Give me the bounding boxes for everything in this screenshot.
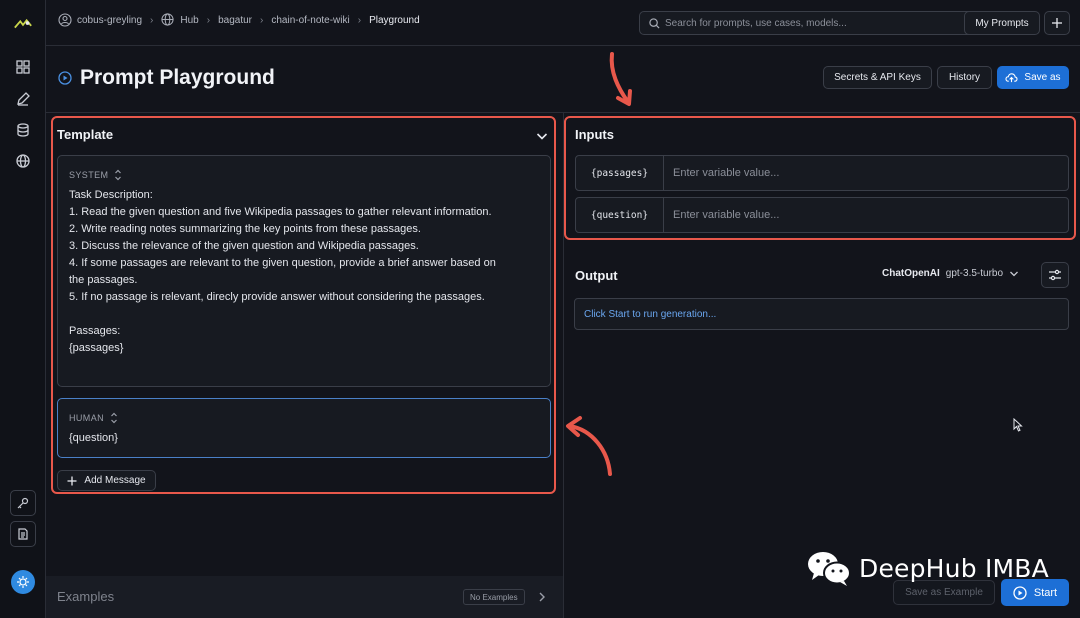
app-logo-icon[interactable]	[13, 14, 33, 34]
variable-row-question: {question}	[575, 197, 1069, 233]
my-prompts-button[interactable]: My Prompts	[964, 11, 1040, 35]
cloud-upload-icon	[1005, 73, 1018, 83]
user-avatar[interactable]	[11, 570, 35, 594]
model-label: gpt-3.5-turbo	[945, 268, 1004, 279]
examples-title: Examples	[57, 589, 115, 604]
variable-value-input[interactable]	[664, 198, 1068, 232]
chevron-updown-icon	[111, 412, 117, 424]
output-box: Click Start to run generation...	[574, 298, 1069, 330]
add-button[interactable]	[1044, 11, 1070, 35]
role-label: HUMAN	[69, 413, 104, 423]
key-icon[interactable]	[10, 490, 36, 516]
search-box[interactable]: Search for prompts, use cases, models...	[639, 11, 1005, 35]
page-title: Prompt Playground	[80, 66, 275, 89]
secrets-api-keys-button[interactable]: Secrets & API Keys	[823, 66, 932, 89]
template-title: Template	[57, 127, 114, 142]
watermark-text: DeepHub IMBA	[859, 553, 1049, 583]
playground-icon	[58, 71, 72, 85]
docs-icon[interactable]	[10, 521, 36, 547]
start-label: Start	[1033, 586, 1058, 599]
chevron-right-icon: ›	[357, 14, 362, 26]
watermark: DeepHub IMBA	[806, 549, 1049, 587]
chevron-right-icon: ›	[206, 14, 211, 26]
search-placeholder: Search for prompts, use cases, models...	[665, 17, 847, 29]
chevron-down-icon[interactable]	[536, 128, 548, 146]
message-text[interactable]: {question}	[69, 430, 540, 447]
page-header: Prompt Playground	[58, 66, 275, 90]
examples-bar[interactable]: Examples No Examples	[46, 576, 563, 618]
settings-button[interactable]	[1041, 262, 1069, 288]
wechat-logo-icon	[808, 552, 851, 586]
database-icon[interactable]	[13, 120, 33, 140]
inputs-title: Inputs	[575, 127, 614, 142]
grid-icon[interactable]	[13, 57, 33, 77]
sliders-icon	[1049, 269, 1061, 281]
chevron-updown-icon	[115, 169, 122, 181]
breadcrumb-user[interactable]: cobus-greyling	[77, 15, 142, 26]
chevron-right-icon: ›	[150, 14, 154, 26]
add-message-button[interactable]: Add Message	[57, 470, 156, 491]
top-bar: cobus-greyling › Hub › bagatur › chain-o…	[46, 0, 1080, 46]
no-examples-badge: No Examples	[463, 589, 525, 605]
breadcrumb-repo[interactable]: chain-of-note-wiki	[271, 15, 349, 26]
variable-name: {passages}	[576, 156, 664, 190]
hub-icon	[161, 13, 175, 27]
breadcrumb: cobus-greyling › Hub › bagatur › chain-o…	[58, 13, 420, 27]
variable-row-passages: {passages}	[575, 155, 1069, 191]
annotation-arrow-icon	[609, 52, 632, 106]
history-button[interactable]: History	[937, 66, 992, 89]
search-icon	[649, 17, 660, 29]
plus-icon	[1052, 18, 1062, 28]
system-message[interactable]: SYSTEM Task Description: 1. Read the giv…	[57, 155, 551, 387]
plus-icon	[67, 476, 77, 485]
user-circle-icon	[58, 13, 72, 27]
chevron-right-icon: ›	[260, 14, 264, 26]
edit-icon[interactable]	[13, 89, 33, 109]
annotation-arrow-icon	[566, 416, 612, 476]
variable-name: {question}	[576, 198, 664, 232]
provider-label: ChatOpenAI	[882, 268, 940, 279]
left-rail	[0, 0, 46, 618]
globe-icon[interactable]	[13, 151, 33, 171]
save-as-button[interactable]: Save as	[997, 66, 1069, 89]
save-as-label: Save as	[1024, 72, 1061, 83]
chevron-down-icon	[1010, 271, 1019, 276]
role-selector[interactable]: SYSTEM	[69, 169, 122, 181]
human-message[interactable]: HUMAN {question}	[57, 398, 551, 458]
mouse-cursor-icon	[1013, 418, 1023, 432]
role-selector[interactable]: HUMAN	[69, 412, 118, 424]
breadcrumb-current: Playground	[369, 14, 420, 26]
add-message-label: Add Message	[84, 475, 146, 486]
output-title: Output	[575, 268, 618, 283]
breadcrumb-hub[interactable]: Hub	[180, 15, 198, 26]
variable-value-input[interactable]	[664, 156, 1068, 190]
chevron-right-icon[interactable]	[538, 590, 546, 608]
breadcrumb-owner[interactable]: bagatur	[218, 15, 252, 26]
model-selector[interactable]: ChatOpenAI gpt-3.5-turbo	[882, 268, 1019, 279]
role-label: SYSTEM	[69, 170, 109, 180]
play-icon	[1013, 585, 1027, 600]
message-text[interactable]: Task Description: 1. Read the given ques…	[69, 187, 540, 357]
